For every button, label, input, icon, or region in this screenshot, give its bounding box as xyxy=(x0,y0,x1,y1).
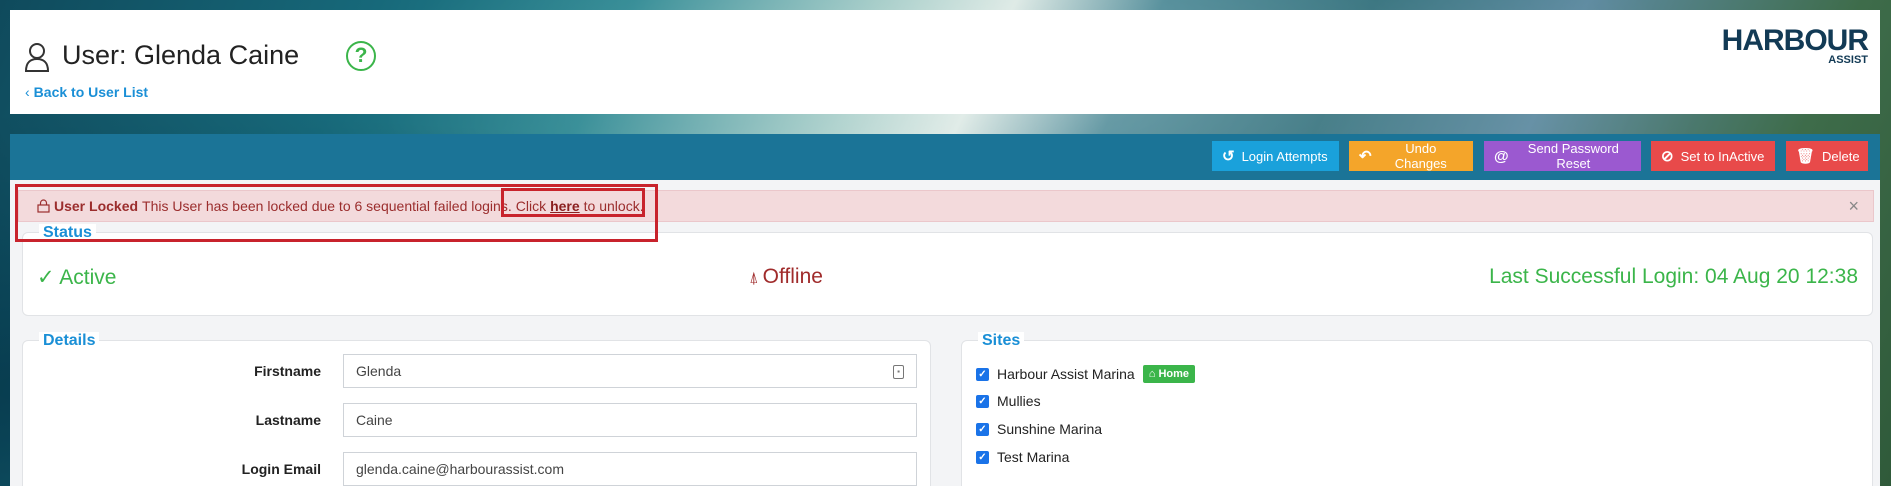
send-password-reset-button[interactable]: @ Send Password Reset xyxy=(1484,141,1641,171)
close-icon[interactable]: × xyxy=(1848,196,1859,217)
help-icon[interactable]: ? xyxy=(346,41,376,71)
undo-changes-label: Undo Changes xyxy=(1394,141,1447,171)
back-to-user-list-link[interactable]: ‹ Back to User List xyxy=(25,84,148,100)
undo-changes-button[interactable]: ↶ Undo Changes xyxy=(1349,141,1473,171)
login-attempts-button[interactable]: ↺ Login Attempts xyxy=(1212,141,1339,171)
lastname-row: Lastname Caine xyxy=(23,403,930,437)
broadcast-tower-icon: ⍋ xyxy=(749,270,759,287)
details-legend: Details xyxy=(39,332,100,350)
site-checkbox[interactable]: ✓ xyxy=(976,450,989,464)
contact-card-icon: ▪ xyxy=(893,365,904,379)
site-checkbox[interactable]: ✓ xyxy=(976,367,989,381)
set-inactive-button[interactable]: ⊘ Set to InActive xyxy=(1651,141,1775,171)
delete-label: Delete xyxy=(1822,148,1860,164)
ban-icon: ⊘ xyxy=(1661,148,1674,165)
back-link-label: Back to User List xyxy=(33,84,149,100)
firstname-label: Firstname xyxy=(254,363,321,379)
home-badge: ⌂ Home xyxy=(1142,365,1195,383)
home-badge-label: Home xyxy=(1158,368,1189,380)
trash-icon: 🗑 xyxy=(1796,148,1816,165)
site-label: Harbour Assist Marina xyxy=(997,366,1135,382)
harbour-assist-logo: HARBOUR ASSIST xyxy=(1708,24,1869,74)
site-item[interactable]: ✓ Sunshine Marina xyxy=(976,421,1102,437)
lastname-field[interactable]: Caine xyxy=(343,403,917,437)
site-item[interactable]: ✓ Harbour Assist Marina ⌂ Home xyxy=(976,365,1195,383)
delete-button[interactable]: 🗑 Delete xyxy=(1786,141,1868,171)
sites-section: Sites ✓ Harbour Assist Marina ⌂ Home ✓ M… xyxy=(961,332,1873,486)
history-icon: ↺ xyxy=(1222,148,1235,165)
site-checkbox[interactable]: ✓ xyxy=(976,422,989,436)
set-inactive-label: Set to InActive xyxy=(1680,148,1765,164)
status-offline-label: Offline xyxy=(762,265,823,288)
page-header: User: Glenda Caine ? ‹ Back to User List … xyxy=(10,10,1880,114)
site-item[interactable]: ✓ Mullies xyxy=(976,393,1041,409)
lastname-label: Lastname xyxy=(255,412,321,428)
logo-main: HARBOUR xyxy=(1721,24,1869,57)
email-field[interactable]: glenda.caine@harbourassist.com xyxy=(343,452,917,486)
user-panel: ↺ Login Attempts ↶ Undo Changes @ Send P… xyxy=(10,134,1880,486)
action-toolbar: ↺ Login Attempts ↶ Undo Changes @ Send P… xyxy=(10,134,1880,180)
lastname-value: Caine xyxy=(356,412,393,428)
last-successful-login: Last Successful Login: 04 Aug 20 12:38 xyxy=(1489,265,1858,288)
site-checkbox[interactable]: ✓ xyxy=(976,394,989,408)
at-icon: @ xyxy=(1494,147,1509,165)
email-value: glenda.caine@harbourassist.com xyxy=(356,461,564,477)
email-label: Login Email xyxy=(241,461,321,477)
email-row: Login Email glenda.caine@harbourassist.c… xyxy=(23,452,930,486)
site-label: Mullies xyxy=(997,393,1041,409)
site-label: Sunshine Marina xyxy=(997,421,1103,437)
user-icon xyxy=(24,43,50,72)
home-icon: ⌂ xyxy=(1148,368,1156,380)
status-active-label: Active xyxy=(59,266,117,289)
status-active: ✓ Active xyxy=(37,265,116,290)
details-section: Details Firstname Glenda ▪ Lastname Cain… xyxy=(22,332,931,486)
undo-icon: ↶ xyxy=(1359,148,1372,165)
sites-legend: Sites xyxy=(978,332,1025,350)
page-title: User: Glenda Caine xyxy=(62,40,300,70)
status-section: Status ✓ Active ⍋ Offline Last Successful… xyxy=(22,224,1873,316)
site-item[interactable]: ✓ Test Marina xyxy=(976,449,1069,465)
status-offline: ⍋ Offline xyxy=(749,265,823,289)
annotation-highlight-link xyxy=(501,188,645,217)
chevron-left-icon: ‹ xyxy=(25,84,30,100)
firstname-value: Glenda xyxy=(356,363,402,379)
check-icon: ✓ xyxy=(37,266,60,289)
firstname-row: Firstname Glenda ▪ xyxy=(23,354,930,388)
site-label: Test Marina xyxy=(997,449,1070,465)
login-attempts-label: Login Attempts xyxy=(1241,148,1328,164)
firstname-field[interactable]: Glenda ▪ xyxy=(343,354,917,388)
send-password-reset-label: Send Password Reset xyxy=(1527,141,1619,171)
